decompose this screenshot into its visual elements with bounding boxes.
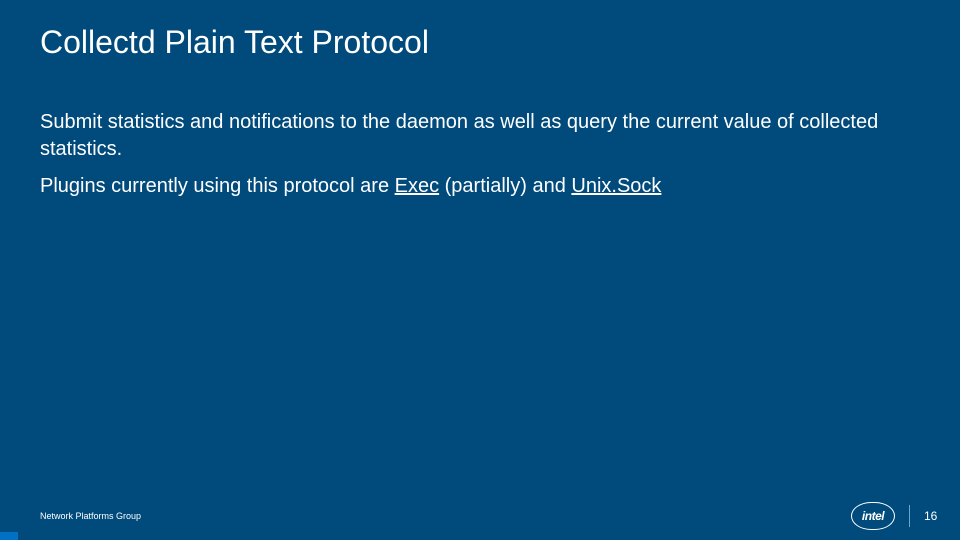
- footer-right: intel 16: [851, 502, 942, 530]
- unixsock-link[interactable]: Unix.Sock: [571, 175, 661, 197]
- footer-divider: [909, 505, 910, 527]
- content-area: Submit statistics and notifications to t…: [0, 61, 960, 200]
- footer-group-label: Network Platforms Group: [40, 511, 141, 521]
- text-span: (partially) and: [439, 175, 571, 197]
- slide: Collectd Plain Text Protocol Submit stat…: [0, 0, 960, 540]
- footer: Network Platforms Group intel 16: [0, 492, 960, 540]
- intel-logo-icon: intel: [851, 502, 895, 530]
- text-span: Plugins currently using this protocol ar…: [40, 175, 395, 197]
- accent-bar: [0, 532, 18, 540]
- body-paragraph-1: Submit statistics and notifications to t…: [40, 109, 920, 163]
- body-paragraph-2: Plugins currently using this protocol ar…: [40, 173, 920, 200]
- page-number: 16: [924, 509, 942, 523]
- exec-link[interactable]: Exec: [395, 175, 439, 197]
- page-title: Collectd Plain Text Protocol: [0, 0, 960, 61]
